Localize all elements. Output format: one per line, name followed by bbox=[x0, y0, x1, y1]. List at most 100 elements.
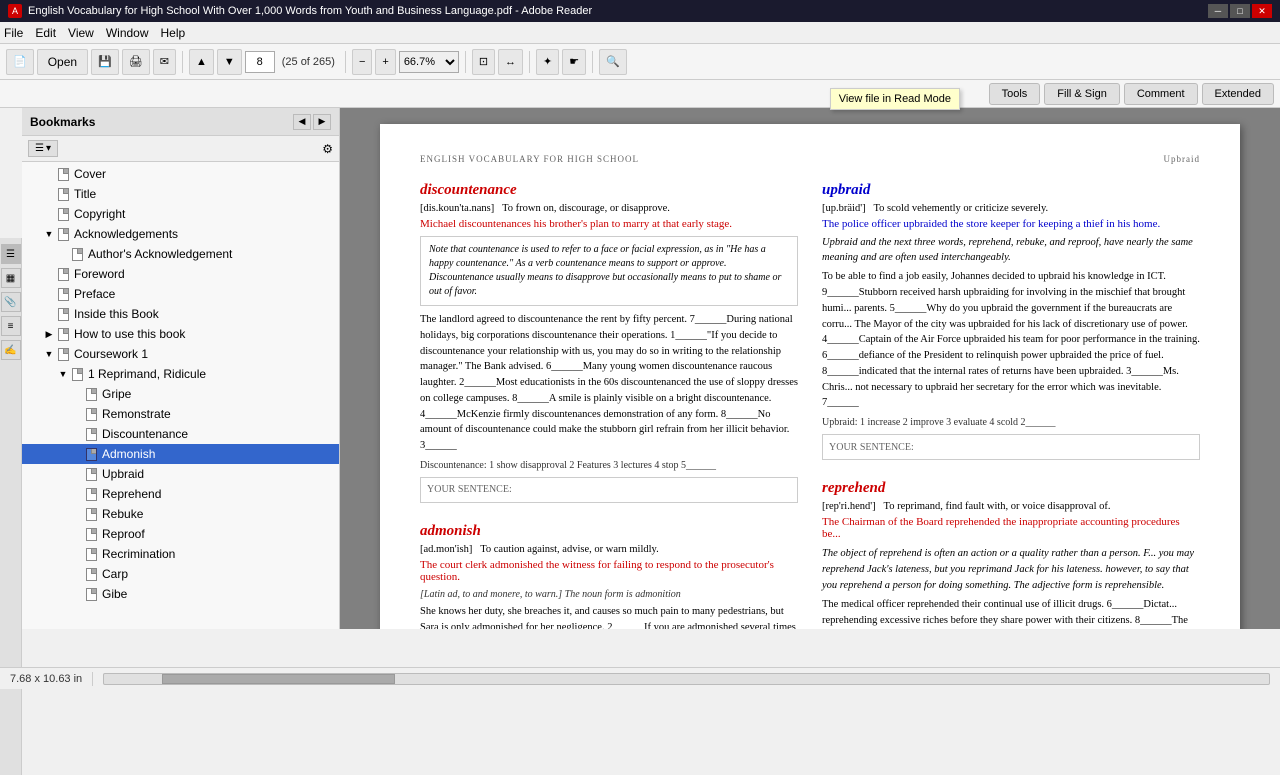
save-icon[interactable]: 💾 bbox=[91, 49, 119, 75]
expand-icon[interactable] bbox=[42, 347, 56, 361]
new-file-icon[interactable]: 📄 bbox=[6, 49, 34, 75]
pdf-columns: discountenance [dis.koun'ta.nans] To fro… bbox=[420, 182, 1200, 629]
bookmark-item-upbraid[interactable]: Upbraid bbox=[22, 464, 339, 484]
minimize-button[interactable]: ─ bbox=[1208, 4, 1228, 18]
title-bar: A English Vocabulary for High School Wit… bbox=[0, 0, 1280, 22]
open-button[interactable]: Open bbox=[37, 49, 88, 75]
menu-window[interactable]: Window bbox=[106, 26, 149, 40]
read-mode-tooltip: View file in Read Mode bbox=[830, 88, 960, 110]
bookmark-item-gripe[interactable]: Gripe bbox=[22, 384, 339, 404]
page-icon bbox=[86, 468, 97, 481]
body2-upbraid: To be able to find a job easily, Johanne… bbox=[822, 269, 1200, 411]
expand-icon[interactable] bbox=[56, 367, 70, 381]
tools-tab[interactable]: Tools bbox=[989, 83, 1041, 105]
bookmark-item-cover[interactable]: Cover bbox=[22, 164, 339, 184]
page-icon bbox=[86, 428, 97, 441]
bookmark-item-admonish[interactable]: Admonish bbox=[22, 444, 339, 464]
expand-icon bbox=[70, 427, 84, 441]
page-icon bbox=[58, 308, 69, 321]
signatures-icon[interactable]: ✍ bbox=[1, 340, 21, 360]
secondary-toolbar: Tools Fill & Sign Comment Extended bbox=[0, 80, 1280, 108]
bookmark-item-discountenance[interactable]: Discountenance bbox=[22, 424, 339, 444]
horizontal-scrollbar[interactable] bbox=[103, 673, 1270, 685]
prev-page-button[interactable]: ▲ bbox=[189, 49, 214, 75]
zoom-select[interactable]: 66.7% 100% 75% 50% bbox=[399, 51, 459, 73]
page-number-input[interactable] bbox=[245, 51, 275, 73]
menu-view[interactable]: View bbox=[68, 26, 94, 40]
expand-icon bbox=[42, 267, 56, 281]
pages-icon[interactable]: ▦ bbox=[1, 268, 21, 288]
menu-edit[interactable]: Edit bbox=[35, 26, 56, 40]
window-controls: ─ □ ✕ bbox=[1208, 4, 1272, 18]
example-admonish: The court clerk admonished the witness f… bbox=[420, 559, 798, 583]
bookmark-item-how-to-use[interactable]: How to use this book bbox=[22, 324, 339, 344]
options-icon[interactable]: ⚙ bbox=[322, 142, 333, 156]
bookmark-item-rebuke[interactable]: Rebuke bbox=[22, 504, 339, 524]
page-icon bbox=[58, 348, 69, 361]
app-icon: A bbox=[8, 4, 22, 18]
bookmark-item-gibe[interactable]: Gibe bbox=[22, 584, 339, 604]
bookmark-item-reproof[interactable]: Reproof bbox=[22, 524, 339, 544]
bookmark-item-foreword[interactable]: Foreword bbox=[22, 264, 339, 284]
menu-help[interactable]: Help bbox=[161, 26, 186, 40]
bookmark-item-copyright[interactable]: Copyright bbox=[22, 204, 339, 224]
scroll-thumb[interactable] bbox=[162, 674, 395, 684]
bookmarks-icon[interactable]: ☰ bbox=[1, 244, 21, 264]
separator bbox=[182, 51, 183, 73]
bookmark-item-acknowledgements[interactable]: Acknowledgements bbox=[22, 224, 339, 244]
maximize-button[interactable]: □ bbox=[1230, 4, 1250, 18]
select-tool-icon[interactable]: ✦ bbox=[536, 49, 559, 75]
hand-tool-icon[interactable]: ☛ bbox=[562, 49, 586, 75]
separator4 bbox=[529, 51, 530, 73]
bookmark-item-preface[interactable]: Preface bbox=[22, 284, 339, 304]
close-button[interactable]: ✕ bbox=[1252, 4, 1272, 18]
bookmark-item-remonstrate[interactable]: Remonstrate bbox=[22, 404, 339, 424]
attachments-icon[interactable]: 📎 bbox=[1, 292, 21, 312]
bookmark-item-carp[interactable]: Carp bbox=[22, 564, 339, 584]
fit-page-button[interactable]: ⊡ bbox=[472, 49, 495, 75]
word-entry-admonish: admonish [ad.mon'ish] To caution against… bbox=[420, 523, 798, 629]
page-icon bbox=[58, 268, 69, 281]
email-icon[interactable]: ✉ bbox=[153, 49, 176, 75]
bookmarks-tree: Cover Title Copyright Acknowledgements bbox=[22, 162, 339, 629]
zoom-out-button[interactable]: − bbox=[352, 49, 372, 75]
layers-icon[interactable]: ≡ bbox=[1, 316, 21, 336]
bookmark-item-reprehend[interactable]: Reprehend bbox=[22, 484, 339, 504]
bookmark-item-authors-ack[interactable]: Author's Acknowledgement bbox=[22, 244, 339, 264]
bookmark-item-reprimand[interactable]: 1 Reprimand, Ridicule bbox=[22, 364, 339, 384]
toolbar: 📄 Open 💾 🖨 ✉ ▲ ▼ (25 of 265) − + 66.7% 1… bbox=[0, 44, 1280, 80]
right-column: upbraid [up.bräid'] To scold vehemently … bbox=[822, 182, 1200, 629]
expand-icon[interactable] bbox=[42, 327, 56, 341]
page-icon bbox=[86, 568, 97, 581]
find-button[interactable]: 🔍 bbox=[599, 49, 627, 75]
expand-all-button[interactable]: ◀ bbox=[293, 114, 311, 130]
collapse-all-button[interactable]: ▶ bbox=[313, 114, 331, 130]
bookmark-item-recrimination[interactable]: Recrimination bbox=[22, 544, 339, 564]
bookmarks-header: Bookmarks ◀ ▶ bbox=[22, 108, 339, 136]
page-icon bbox=[86, 408, 97, 421]
fill-sign-tab[interactable]: Fill & Sign bbox=[1044, 83, 1120, 105]
comment-tab[interactable]: Comment bbox=[1124, 83, 1198, 105]
bookmark-item-inside-book[interactable]: Inside this Book bbox=[22, 304, 339, 324]
expand-icon bbox=[42, 167, 56, 181]
expand-icon[interactable] bbox=[42, 227, 56, 241]
status-separator bbox=[92, 672, 93, 686]
extended-tab[interactable]: Extended bbox=[1202, 83, 1274, 105]
word-title-upbraid: upbraid bbox=[822, 182, 1200, 199]
print-icon[interactable]: 🖨 bbox=[122, 49, 150, 75]
page-icon bbox=[86, 508, 97, 521]
page-icon bbox=[58, 328, 69, 341]
fit-width-button[interactable]: ↔ bbox=[498, 49, 523, 75]
sort-button[interactable]: ☰ ▾ bbox=[28, 140, 58, 157]
menu-file[interactable]: File bbox=[4, 26, 23, 40]
separator3 bbox=[465, 51, 466, 73]
example-discountenance: Michael discountenances his brother's pl… bbox=[420, 218, 798, 230]
word-title-reprehend: reprehend bbox=[822, 480, 1200, 497]
left-column: discountenance [dis.koun'ta.nans] To fro… bbox=[420, 182, 798, 629]
next-page-button[interactable]: ▼ bbox=[217, 49, 242, 75]
bookmark-item-coursework1[interactable]: Coursework 1 bbox=[22, 344, 339, 364]
expand-icon bbox=[70, 587, 84, 601]
bookmark-item-title[interactable]: Title bbox=[22, 184, 339, 204]
pdf-viewer[interactable]: ENGLISH VOCABULARY FOR HIGH SCHOOL Upbra… bbox=[340, 108, 1280, 629]
zoom-in-button[interactable]: + bbox=[375, 49, 395, 75]
